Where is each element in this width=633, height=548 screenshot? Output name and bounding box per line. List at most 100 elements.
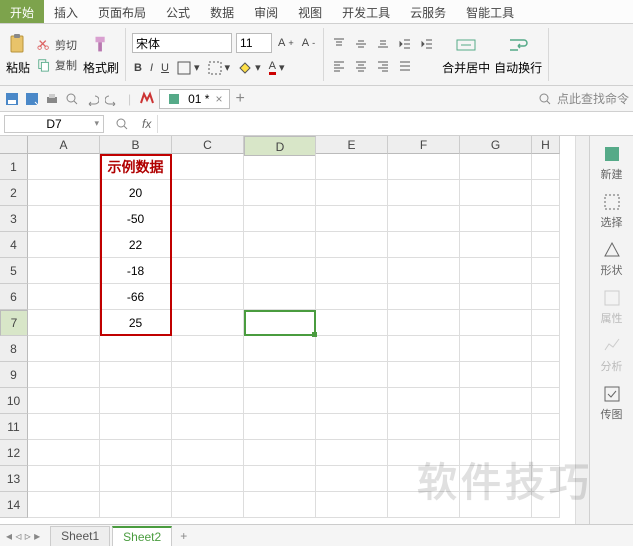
wps-icon[interactable] [139,91,155,107]
sidepanel-形状[interactable]: 形状 [601,240,623,278]
cell-G2[interactable] [460,180,532,206]
cell-F11[interactable] [388,414,460,440]
decrease-font-button[interactable]: A- [300,36,317,50]
cell-B2[interactable]: 20 [100,180,172,206]
cell-B12[interactable] [100,440,172,466]
cell-H2[interactable] [532,180,560,206]
ribbon-tab-2[interactable]: 页面布局 [88,0,156,23]
cell-H7[interactable] [532,310,560,336]
cell-G1[interactable] [460,154,532,180]
cell-C1[interactable] [172,154,244,180]
row-header-11[interactable]: 11 [0,414,28,440]
ribbon-tab-7[interactable]: 开发工具 [332,0,400,23]
cell-H3[interactable] [532,206,560,232]
cell-A13[interactable] [28,466,100,492]
cell-H6[interactable] [532,284,560,310]
cell-B8[interactable] [100,336,172,362]
cell-C12[interactable] [172,440,244,466]
cell-G14[interactable] [460,492,532,518]
cell-B13[interactable] [100,466,172,492]
ribbon-tab-6[interactable]: 视图 [288,0,332,23]
cell-E13[interactable] [316,466,388,492]
cell-F3[interactable] [388,206,460,232]
cell-A10[interactable] [28,388,100,414]
close-icon[interactable]: × [215,92,222,106]
cell-F8[interactable] [388,336,460,362]
cell-C2[interactable] [172,180,244,206]
cell-B9[interactable] [100,362,172,388]
cell-C13[interactable] [172,466,244,492]
cell-D7[interactable] [244,310,316,336]
col-header-G[interactable]: G [460,136,532,154]
cell-C9[interactable] [172,362,244,388]
copy-button[interactable]: 复制 [34,56,79,74]
cell-F5[interactable] [388,258,460,284]
select-all-corner[interactable] [0,136,28,154]
cell-B14[interactable] [100,492,172,518]
format-painter-button[interactable]: 格式刷 [83,33,119,76]
cell-C6[interactable] [172,284,244,310]
col-header-B[interactable]: B [100,136,172,154]
col-header-A[interactable]: A [28,136,100,154]
name-box[interactable]: D7 [4,115,104,133]
cell-B5[interactable]: -18 [100,258,172,284]
cell-F13[interactable] [388,466,460,492]
fill-color-button[interactable]: ▾ [236,60,263,76]
undo-icon[interactable] [84,91,100,107]
row-header-1[interactable]: 1 [0,154,28,180]
paste-button[interactable]: 粘贴 [6,33,30,76]
cell-B1[interactable]: 示例数据 [100,154,172,180]
cell-H1[interactable] [532,154,560,180]
cell-D5[interactable] [244,258,316,284]
cell-H8[interactable] [532,336,560,362]
row-header-2[interactable]: 2 [0,180,28,206]
cell-D11[interactable] [244,414,316,440]
cell-E4[interactable] [316,232,388,258]
cell-C3[interactable] [172,206,244,232]
cell-D13[interactable] [244,466,316,492]
col-header-H[interactable]: H [532,136,560,154]
cell-G5[interactable] [460,258,532,284]
row-header-8[interactable]: 8 [0,336,28,362]
save-as-icon[interactable] [24,91,40,107]
cell-F12[interactable] [388,440,460,466]
cell-H4[interactable] [532,232,560,258]
font-color-button[interactable]: A▾ [267,59,287,76]
cell-H13[interactable] [532,466,560,492]
cell-E14[interactable] [316,492,388,518]
cell-G11[interactable] [460,414,532,440]
cell-F7[interactable] [388,310,460,336]
col-header-D[interactable]: D [244,136,316,156]
align-top-button[interactable] [330,36,348,52]
increase-font-button[interactable]: A+ [276,36,296,50]
cell-B3[interactable]: -50 [100,206,172,232]
cell-style-button[interactable]: ▾ [206,60,233,76]
cell-A14[interactable] [28,492,100,518]
indent-increase-button[interactable] [418,36,436,52]
formula-input[interactable] [157,115,633,133]
align-left-button[interactable] [330,58,348,74]
ribbon-tab-1[interactable]: 插入 [44,0,88,23]
cell-A12[interactable] [28,440,100,466]
cell-G7[interactable] [460,310,532,336]
cell-B7[interactable]: 25 [100,310,172,336]
cell-C5[interactable] [172,258,244,284]
cell-A11[interactable] [28,414,100,440]
cell-G9[interactable] [460,362,532,388]
row-header-14[interactable]: 14 [0,492,28,518]
cell-F14[interactable] [388,492,460,518]
cell-E12[interactable] [316,440,388,466]
font-name-select[interactable] [132,33,232,53]
cell-D12[interactable] [244,440,316,466]
document-tab[interactable]: 01 * × [159,89,229,109]
sidepanel-传图[interactable]: 传图 [601,384,623,422]
cell-A6[interactable] [28,284,100,310]
fx-label[interactable]: fx [136,117,157,131]
indent-decrease-button[interactable] [396,36,414,52]
cell-A7[interactable] [28,310,100,336]
ribbon-tab-0[interactable]: 开始 [0,0,44,23]
cell-D6[interactable] [244,284,316,310]
cell-H9[interactable] [532,362,560,388]
cell-F6[interactable] [388,284,460,310]
add-sheet-button[interactable]: + [180,529,187,543]
